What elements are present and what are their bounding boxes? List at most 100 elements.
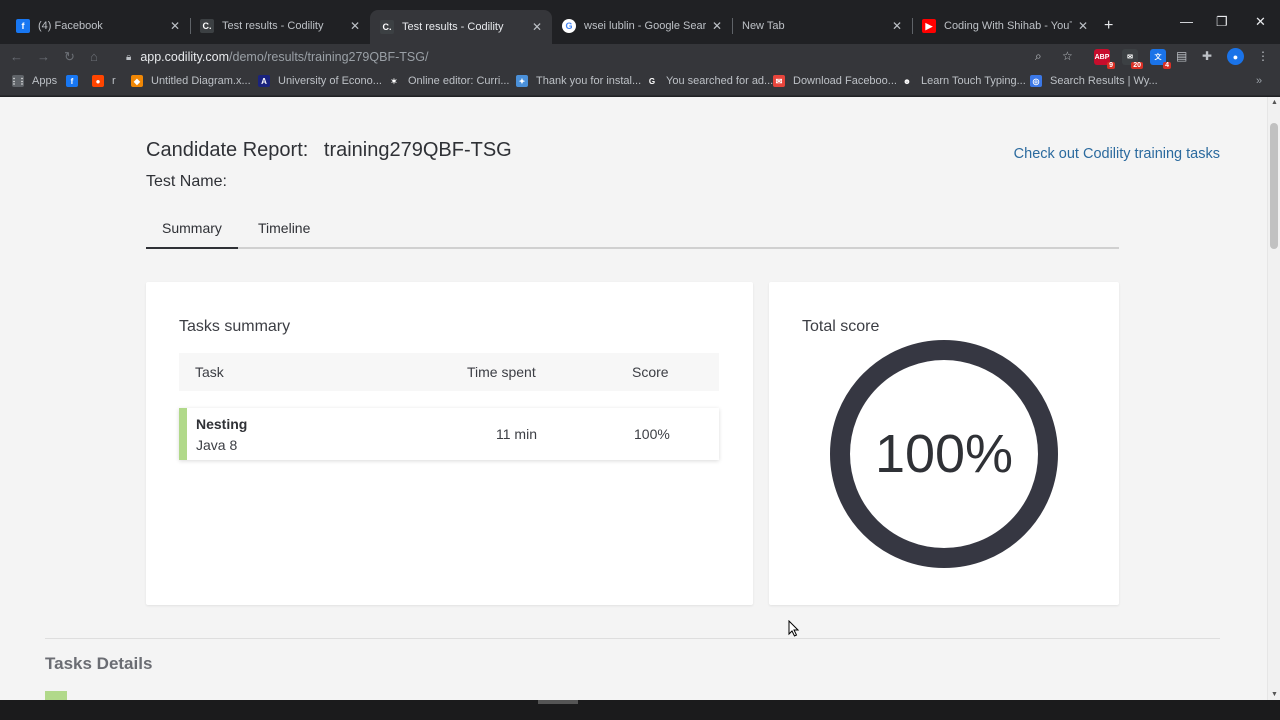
bookmark-item[interactable]: G You searched for ad...	[646, 75, 773, 87]
bookmark-label: Download Faceboo...	[793, 75, 897, 87]
bookmark-label: r	[112, 75, 116, 87]
abp-extension-icon[interactable]: ABP 9	[1094, 49, 1115, 69]
close-tab-icon[interactable]: ✕	[350, 19, 360, 33]
browser-tab[interactable]: Gwsei lublin - Google Search ✕	[552, 15, 732, 37]
tab-timeline[interactable]: Timeline	[258, 220, 310, 236]
browser-tab-title: Coding With Shihab - YouTube	[944, 20, 1072, 32]
task-status-bar	[179, 408, 187, 460]
facebook-icon: f	[16, 19, 30, 33]
tasks-table-header: Task Time spent Score	[179, 353, 719, 391]
page-title: Candidate Report: training279QBF-TSG	[146, 139, 512, 162]
zoom-icon[interactable]: ⌕	[1035, 49, 1042, 64]
browser-tab[interactable]: ▶ Coding With Shihab - YouTube ✕	[912, 15, 1098, 37]
bookmark-label: Learn Touch Typing...	[921, 75, 1026, 87]
profile-avatar[interactable]: ●	[1227, 48, 1244, 65]
total-score-card: Total score 100%	[769, 282, 1119, 605]
more-bookmarks-icon[interactable]: »	[1256, 75, 1262, 87]
bookmark-item[interactable]: ⋮⋮ Apps	[10, 75, 57, 87]
candidate-id: training279QBF-TSG	[323, 139, 512, 161]
bookmark-item[interactable]: ✉ Download Faceboo...	[773, 75, 897, 87]
document-icon[interactable]: ▤	[1176, 49, 1187, 63]
vertical-scrollbar[interactable]: ▲ ▼	[1267, 97, 1280, 700]
download-icon: ✉	[773, 75, 785, 87]
codility-icon: C.	[380, 20, 394, 34]
close-tab-icon[interactable]: ✕	[1078, 19, 1088, 33]
scroll-up-icon[interactable]: ▲	[1271, 99, 1278, 106]
tab-summary[interactable]: Summary	[146, 220, 238, 249]
bookmark-label: University of Econo...	[278, 75, 382, 87]
bookmark-label: Search Results | Wy...	[1050, 75, 1158, 87]
ext-mail-extension-icon[interactable]: ✉ 20	[1122, 49, 1143, 69]
close-window-icon[interactable]: ✕	[1255, 14, 1266, 30]
browser-tab-strip: f (4) Facebook ✕ C. Test results - Codility ✕…	[0, 0, 1280, 44]
training-tasks-link[interactable]: Check out Codility training tasks	[1014, 146, 1220, 162]
new-tab-button[interactable]: +	[1104, 17, 1113, 35]
url-host: app.codility.com	[140, 50, 230, 64]
bookmark-label: You searched for ad...	[666, 75, 774, 87]
bookmark-item[interactable]: ◎ Search Results | Wy...	[1030, 75, 1158, 87]
forward-icon[interactable]: →	[37, 49, 50, 64]
menu-kebab-icon[interactable]: ⋮	[1257, 49, 1269, 63]
extension-badge: 20	[1131, 62, 1143, 69]
bookmarks-bar: ⋮⋮ Apps f ● r ◆ Untitled Diagram.x... A Universi…	[0, 70, 1280, 96]
typing-icon: ☻	[901, 75, 913, 87]
tasks-summary-card: Tasks summary Task Time spent Score Nest…	[146, 282, 753, 605]
apps-grid-icon: ⋮⋮	[10, 75, 26, 87]
g-icon: G	[646, 75, 658, 87]
back-icon[interactable]: ←	[10, 49, 23, 64]
column-header-score: Score	[632, 364, 669, 380]
reload-icon[interactable]: ↻	[64, 49, 75, 65]
codility-icon: C.	[200, 19, 214, 33]
task-name: Nesting	[196, 416, 248, 432]
bookmark-label: Thank you for instal...	[536, 75, 642, 87]
bookmark-label: Untitled Diagram.x...	[151, 75, 251, 87]
address-bar[interactable]: 🔒︎ app.codility.com/demo/results/trainin…	[120, 46, 1032, 68]
test-name-label: Test Name:	[146, 173, 227, 190]
extension-badge: 9	[1107, 62, 1115, 69]
browser-toolbar: ← → ↻ ⌂ 🔒︎ app.codility.com/demo/results…	[0, 44, 1280, 70]
bookmark-item[interactable]: ☻ Learn Touch Typing...	[901, 75, 1026, 87]
tasks-details-heading: Tasks Details	[45, 654, 153, 673]
total-score-value: 100%	[874, 424, 1014, 484]
scroll-down-icon[interactable]: ▼	[1271, 691, 1278, 698]
mouse-cursor-icon	[788, 620, 800, 637]
bookmark-star-icon[interactable]: ☆	[1062, 49, 1073, 63]
table-row[interactable]: Nesting Java 8 11 min 100%	[179, 408, 719, 460]
bookmark-item[interactable]: ✶ Online editor: Curri...	[388, 75, 509, 87]
bookmark-item[interactable]: ◆ Untitled Diagram.x...	[131, 75, 251, 87]
lock-icon: 🔒︎	[126, 51, 132, 63]
browser-tab[interactable]: f (4) Facebook ✕	[6, 15, 190, 37]
horizontal-scrollbar[interactable]	[0, 700, 1280, 720]
horizontal-scrollbar-thumb[interactable]	[538, 700, 578, 704]
minimize-window-icon[interactable]: —	[1180, 14, 1193, 29]
bookmark-item[interactable]: A University of Econo...	[258, 75, 382, 87]
home-icon[interactable]: ⌂	[90, 49, 98, 64]
facebook-icon: f	[66, 75, 78, 87]
drawio-icon: ◆	[131, 75, 143, 87]
restore-window-icon[interactable]: ❐	[1216, 14, 1228, 30]
total-score-title: Total score	[802, 318, 880, 335]
browser-tab[interactable]: New Tab ✕	[732, 15, 912, 37]
close-tab-icon[interactable]: ✕	[892, 19, 902, 33]
ext-translate-extension-icon[interactable]: 文4	[1150, 49, 1171, 69]
browser-tab[interactable]: C. Test results - Codility ✕	[190, 15, 370, 37]
reddit-icon: ●	[92, 75, 104, 87]
bookmark-item[interactable]: f	[66, 75, 86, 87]
search-results-icon: ◎	[1030, 75, 1042, 87]
task-detail-status-chip	[45, 691, 67, 700]
close-tab-icon[interactable]: ✕	[532, 20, 542, 34]
browser-tab-title: wsei lublin - Google Search	[584, 20, 706, 32]
close-tab-icon[interactable]: ✕	[712, 19, 722, 33]
page-content: Candidate Report: training279QBF-TSG Tes…	[0, 97, 1267, 700]
bookmark-item[interactable]: ✦ Thank you for instal...	[516, 75, 641, 87]
report-tabs: Summary Timeline	[146, 210, 1119, 249]
install-icon: ✦	[516, 75, 528, 87]
scrollbar-thumb[interactable]	[1270, 123, 1278, 249]
bookmark-item[interactable]: ● r	[92, 75, 116, 87]
google-icon: G	[562, 19, 576, 33]
browser-tab[interactable]: C. Test results - Codility ✕	[370, 10, 552, 44]
bookmark-label: Online editor: Curri...	[408, 75, 510, 87]
column-header-time-spent: Time spent	[467, 364, 536, 380]
close-tab-icon[interactable]: ✕	[170, 19, 180, 33]
extensions-puzzle-icon[interactable]: ✚	[1202, 49, 1212, 63]
